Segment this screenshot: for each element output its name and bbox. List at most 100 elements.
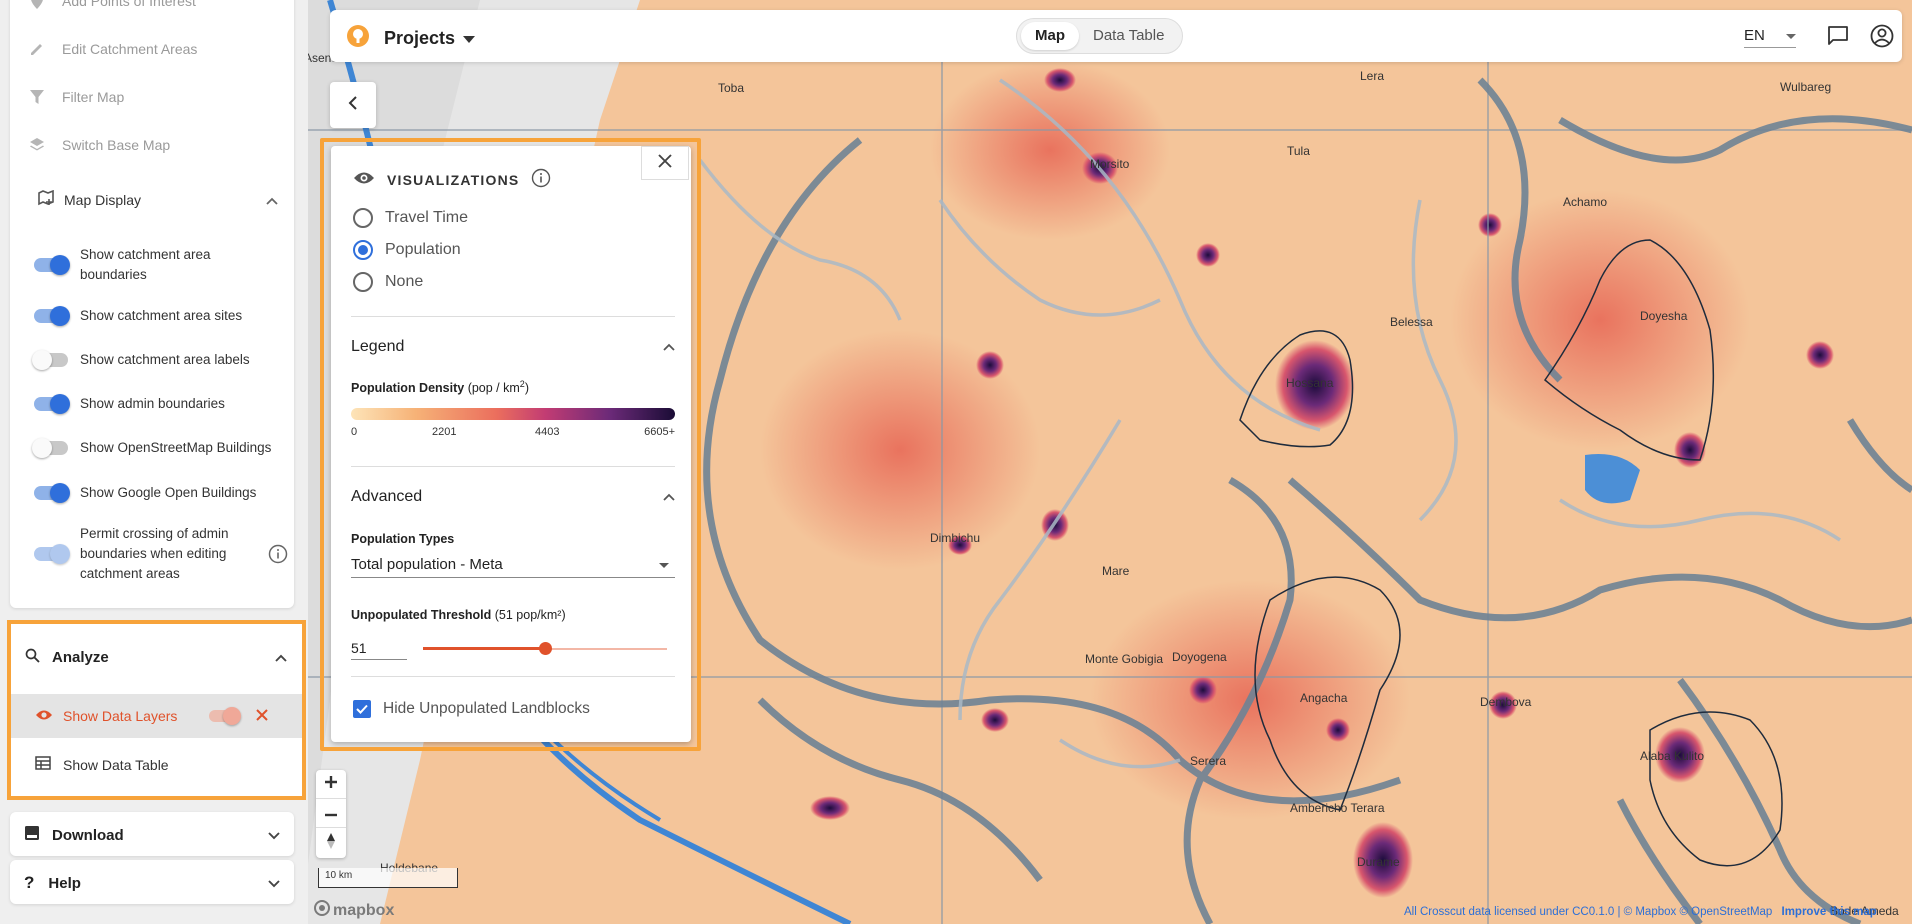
sidebar-item-filter-map[interactable]: Filter Map [28, 88, 124, 106]
toggle-catchment-labels[interactable]: Show catchment area labels [32, 350, 288, 370]
analyze-item-show-data-table[interactable]: Show Data Table [35, 756, 169, 773]
eye-icon [35, 708, 53, 724]
toggle-catchment-boundaries[interactable]: Show catchment area boundaries [34, 245, 288, 285]
map-label-serera: Serera [1190, 754, 1226, 768]
data-layers-toggle[interactable] [209, 707, 241, 725]
mapbox-brand: mapbox [333, 901, 395, 919]
top-bar: Projects Map Data Table EN [330, 10, 1902, 62]
toggle-osm-buildings[interactable]: Show OpenStreetMap Buildings [32, 438, 288, 458]
analyze-item-label: Show Data Layers [63, 708, 178, 724]
chevron-up-icon [266, 192, 278, 208]
improve-map-link[interactable]: Improve this map [1782, 906, 1877, 918]
collapse-panel-button[interactable] [330, 82, 376, 128]
map-label-tula: Tula [1287, 144, 1310, 158]
account-icon[interactable] [1870, 24, 1894, 53]
toggle-switch[interactable] [32, 350, 68, 370]
toggle-label: Show catchment area [80, 247, 211, 262]
pencil-icon [28, 40, 46, 58]
info-icon[interactable] [268, 544, 288, 570]
tab-data-table[interactable]: Data Table [1079, 22, 1178, 50]
app-title: Projects [384, 28, 456, 48]
view-tabs: Map Data Table [1016, 18, 1184, 54]
plus-icon [325, 775, 337, 793]
toggle-catchment-sites[interactable]: Show catchment area sites [34, 306, 288, 326]
chevron-left-icon [348, 95, 358, 115]
toggle-permit-crossing[interactable]: Permit crossing of admin boundaries when… [34, 524, 288, 584]
analyze-header[interactable]: Analyze [25, 648, 287, 667]
mapbox-icon [314, 900, 330, 921]
map-label-wulbareg: Wulbareg [1780, 80, 1831, 94]
zoom-in-button[interactable] [316, 770, 346, 799]
table-icon [35, 756, 51, 773]
toggle-label: Show OpenStreetMap Buildings [80, 440, 272, 455]
map-scale: 10 km [318, 868, 458, 888]
sidebar-item-label: Add Points of Interest [62, 0, 196, 9]
toggle-label: Show catchment area labels [80, 352, 250, 367]
map-attribution: All Crosscut data licensed under CC0.1.0… [1404, 906, 1877, 918]
sidebar-item-label: Switch Base Map [62, 137, 171, 153]
tab-map[interactable]: Map [1021, 22, 1079, 50]
map-label-doyesha: Doyesha [1640, 309, 1688, 323]
toggle-label: Show Google Open Buildings [80, 485, 257, 500]
zoom-controls [316, 770, 346, 858]
zoom-out-button[interactable] [316, 799, 346, 828]
chevron-down-icon [268, 827, 280, 844]
toggle-switch[interactable] [34, 483, 70, 503]
chevron-up-icon [275, 649, 287, 666]
map-label-alaba-kulito: Alaba Kulito [1640, 749, 1704, 763]
compass-icon [326, 832, 336, 854]
help-card[interactable]: ? Help [10, 860, 294, 904]
toggle-label: boundaries when editing [80, 546, 227, 561]
help-title: Help [48, 874, 81, 892]
map-display-title: Map Display [64, 191, 142, 208]
toggle-label: Show admin boundaries [80, 396, 225, 411]
help-icon: ? [24, 873, 35, 892]
mapbox-logo[interactable]: mapbox [314, 900, 394, 921]
toggle-switch[interactable] [34, 394, 70, 414]
sidebar-item-edit-catchment[interactable]: Edit Catchment Areas [28, 40, 197, 58]
download-icon [24, 825, 40, 845]
map-label-dembova: Dembova [1480, 695, 1532, 709]
map-label-angacha: Angacha [1300, 691, 1348, 705]
toggle-google-buildings[interactable]: Show Google Open Buildings [34, 483, 288, 503]
map-label-ambericho-terara: Ambericho Terara [1290, 801, 1385, 815]
close-icon[interactable] [255, 708, 269, 725]
attribution-text[interactable]: All Crosscut data licensed under CC0.1.0… [1404, 906, 1772, 918]
analyze-title: Analyze [52, 649, 109, 666]
feedback-icon[interactable] [1827, 25, 1849, 52]
compass-button[interactable] [316, 828, 346, 858]
toggle-switch[interactable] [34, 255, 70, 275]
map-label-monte-gobigia: Monte Gobigia [1085, 652, 1163, 666]
analyze-item-show-data-layers[interactable]: Show Data Layers [11, 694, 302, 738]
map-label-mare: Mare [1102, 564, 1130, 578]
toggle-switch[interactable] [34, 306, 70, 326]
toggle-label: Permit crossing of admin [80, 526, 229, 541]
caret-down-icon [1786, 27, 1796, 44]
map-label-lera: Lera [1360, 69, 1384, 83]
map-label-toba: Toba [718, 81, 744, 95]
sidebar: Add Points of Interest Edit Catchment Ar… [0, 0, 308, 924]
logo-icon [346, 24, 370, 53]
toggle-label: Show catchment area sites [80, 308, 243, 323]
toggle-switch[interactable] [34, 544, 70, 564]
chevron-down-icon [268, 875, 280, 892]
analyze-item-label: Show Data Table [63, 756, 169, 773]
sidebar-item-add-poi[interactable]: Add Points of Interest [28, 0, 196, 10]
download-card[interactable]: Download [10, 812, 294, 856]
sidebar-item-label: Edit Catchment Areas [62, 41, 198, 57]
language-select[interactable]: EN [1744, 24, 1796, 48]
layers-icon [28, 136, 46, 154]
projects-menu[interactable]: Projects [346, 24, 476, 53]
map-label-durame: Durame [1357, 855, 1400, 869]
map-display-header[interactable]: Map Display [38, 189, 278, 209]
pin-icon [28, 0, 46, 10]
toggle-admin-boundaries[interactable]: Show admin boundaries [34, 394, 288, 414]
toggle-label: boundaries [80, 267, 147, 282]
toggle-label: catchment areas [80, 566, 180, 581]
filter-icon [28, 88, 46, 106]
analyze-card: Analyze Show Data Layers Show Data Table [7, 620, 306, 800]
map-display-icon [38, 189, 54, 209]
sidebar-item-switch-base-map[interactable]: Switch Base Map [28, 136, 170, 154]
toggle-switch[interactable] [32, 438, 68, 458]
map-label-doyogena: Doyogena [1172, 650, 1227, 664]
